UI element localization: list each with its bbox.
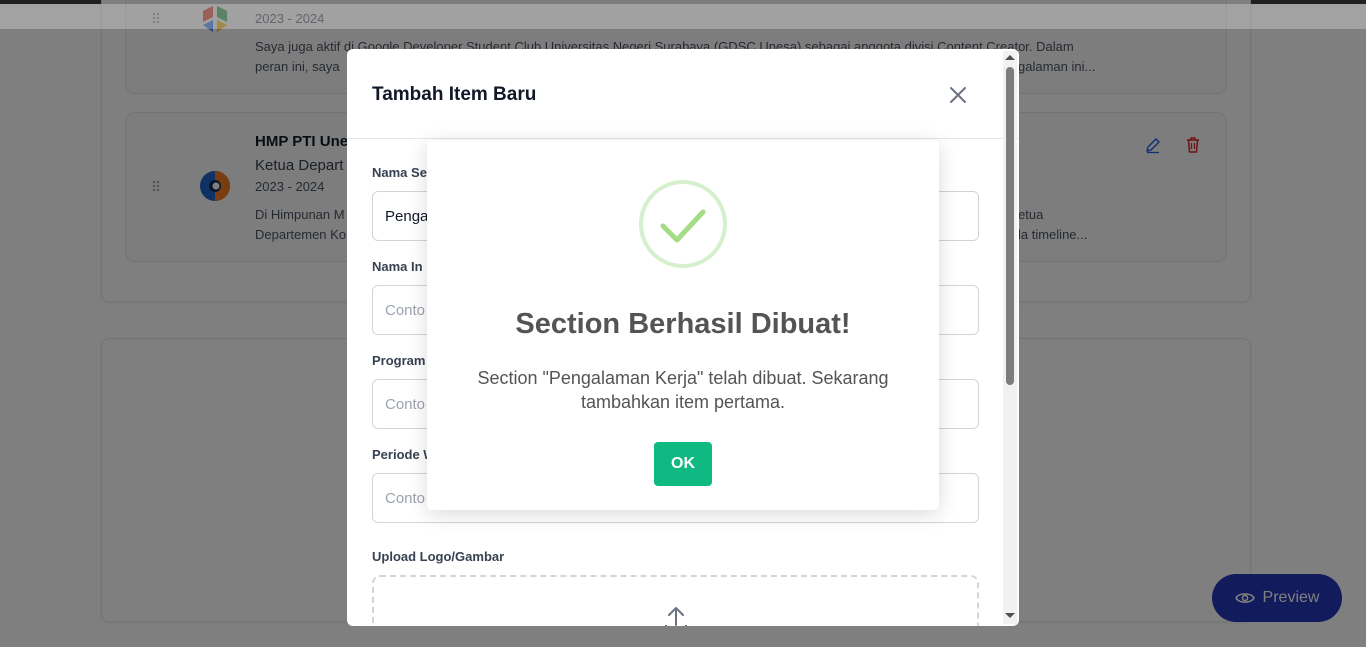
dialog-message: Section "Pengalaman Kerja" telah dibuat.… xyxy=(477,368,889,412)
ok-button[interactable]: OK xyxy=(654,442,712,486)
dialog-title: Section Berhasil Dibuat! xyxy=(515,308,851,340)
success-check-icon xyxy=(639,180,727,268)
header-strip xyxy=(0,4,1366,29)
success-dialog: Section Berhasil Dibuat! Section "Pengal… xyxy=(427,140,939,510)
